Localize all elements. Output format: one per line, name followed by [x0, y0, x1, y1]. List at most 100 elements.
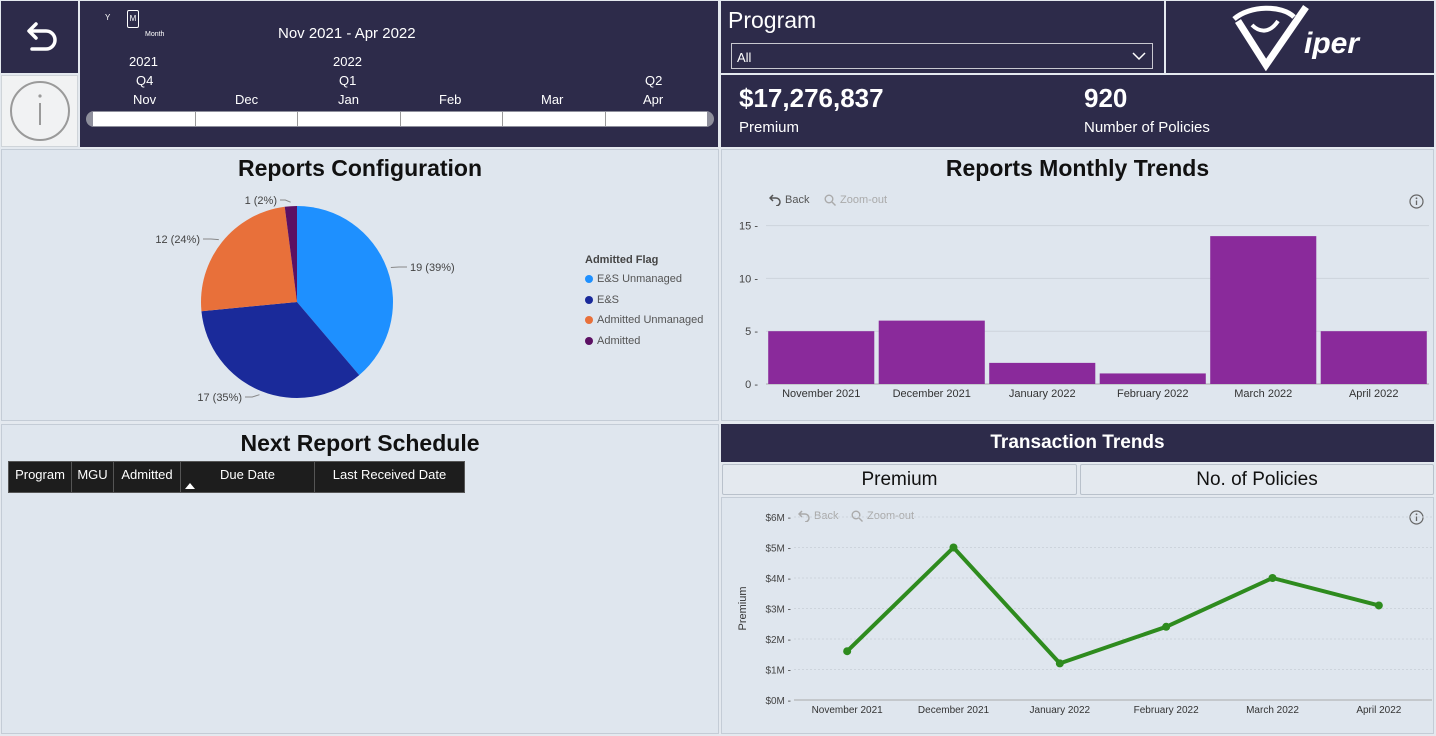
- x-tick-label: December 2021: [918, 705, 990, 716]
- y-axis-title: Premium: [737, 586, 749, 630]
- timeline-cell[interactable]: [503, 112, 606, 126]
- info-button[interactable]: [1, 75, 78, 147]
- program-filter-title: Program: [728, 7, 817, 33]
- legend-dot: [585, 316, 593, 325]
- legend-item-admitted-unmanaged[interactable]: Admitted Unmanaged: [585, 310, 703, 331]
- bar[interactable]: [989, 362, 1096, 384]
- y-tick-label: $6M -: [765, 513, 791, 524]
- schedule-panel: Next Report Schedule Program MGU Admitte…: [1, 424, 719, 734]
- date-slicer: Y M Month Nov 2021 - Apr 2022 2021 2022 …: [80, 1, 718, 147]
- due-date-label: Due Date: [220, 467, 275, 482]
- premium-kpi-value: $17,276,837: [739, 83, 884, 113]
- y-tick-label: $2M -: [765, 635, 791, 646]
- line-point[interactable]: [949, 543, 958, 552]
- transaction-title: Transaction Trends: [990, 432, 1165, 453]
- legend-dot: [585, 336, 593, 345]
- hierarchy-toggle[interactable]: Y M Month: [102, 9, 164, 39]
- pie-data-label: 19 (39%): [410, 262, 455, 274]
- y-tick-label: 5 -: [745, 326, 758, 338]
- column-header-last-received[interactable]: Last Received Date: [314, 461, 465, 493]
- back-button[interactable]: [1, 1, 78, 73]
- tab-premium[interactable]: Premium: [722, 464, 1077, 495]
- legend-label: Admitted Unmanaged: [597, 314, 704, 327]
- policies-kpi-label: Number of Policies: [1084, 119, 1210, 136]
- logo-text: iper: [1304, 27, 1360, 60]
- legend-label: E&S: [597, 293, 620, 306]
- y-tick-label: 10 -: [739, 273, 758, 285]
- line-chart[interactable]: $0M - $1M - $2M - $3M - $4M - $5M - $6M - Premi…: [722, 498, 1433, 733]
- pie-label-leader: [245, 394, 260, 398]
- month-label-nov[interactable]: Nov: [133, 92, 156, 107]
- hierarchy-year-label: Y: [105, 13, 111, 22]
- transaction-header: Transaction Trends: [721, 424, 1434, 462]
- tab-policies[interactable]: No. of Policies: [1080, 464, 1434, 495]
- year-label-2022: 2022: [333, 54, 362, 69]
- timeline-selection[interactable]: [93, 112, 707, 126]
- x-tick-label: January 2022: [1030, 705, 1091, 716]
- month-label-jan[interactable]: Jan: [338, 92, 359, 107]
- premium-kpi-label: Premium: [739, 119, 800, 136]
- x-tick-label: January 2022: [1009, 388, 1076, 400]
- calendar-month-icon: M: [127, 10, 139, 28]
- premium-line: [845, 545, 1380, 666]
- x-tick-label: February 2022: [1117, 388, 1189, 400]
- pie-data-label: 12 (24%): [155, 234, 200, 246]
- month-label-dec[interactable]: Dec: [235, 92, 258, 107]
- y-tick-label: 15 -: [739, 221, 758, 233]
- line-point[interactable]: [1374, 601, 1383, 610]
- timeline-cell[interactable]: [298, 112, 401, 126]
- pie-chart[interactable]: 19 (39%) 17 (35%) 12 (24%) 1 (2%): [2, 150, 562, 420]
- x-tick-label: April 2022: [1349, 388, 1399, 400]
- line-point[interactable]: [843, 647, 852, 656]
- line-point[interactable]: [1268, 574, 1277, 582]
- sort-ascending-icon: [185, 483, 195, 489]
- legend-label: Admitted: [597, 334, 641, 347]
- hierarchy-caption: Month: [145, 31, 165, 38]
- year-label-2021: 2021: [129, 54, 158, 69]
- bar[interactable]: [1210, 236, 1317, 384]
- x-tick-label: March 2022: [1234, 388, 1292, 400]
- bar[interactable]: [768, 331, 875, 384]
- info-circle-icon: [9, 81, 70, 141]
- bar-chart[interactable]: 0 - 5 - 10 - 15 - November 2021 December 2021…: [722, 150, 1433, 420]
- line-point[interactable]: [1162, 622, 1171, 631]
- pie-legend: Admitted Flag E&S Unmanaged E&S Admitted…: [585, 254, 703, 351]
- x-tick-label: November 2021: [782, 388, 860, 400]
- bar[interactable]: [1320, 331, 1427, 384]
- date-range-label: Nov 2021 - Apr 2022: [278, 25, 416, 42]
- column-header-due-date[interactable]: Due Date: [180, 461, 315, 493]
- policies-kpi-value: 920: [1084, 83, 1128, 113]
- month-label-feb[interactable]: Feb: [439, 92, 461, 107]
- legend-item-admitted[interactable]: Admitted: [585, 331, 703, 352]
- program-filter: Program All: [721, 1, 1164, 73]
- timeline-cell[interactable]: [93, 112, 196, 126]
- quarter-label-q2: Q2: [645, 73, 663, 88]
- y-tick-label: 0 -: [745, 379, 758, 391]
- transaction-chart-panel: Back Zoom-out $0M - $1M - $2M - $3M - $4M - $…: [721, 497, 1434, 734]
- y-tick-label: $3M -: [765, 605, 791, 616]
- month-label-mar[interactable]: Mar: [541, 92, 563, 107]
- quarter-label-q4: Q4: [136, 73, 154, 88]
- pie-slice[interactable]: [201, 206, 297, 312]
- schedule-title: Next Report Schedule: [240, 430, 480, 456]
- pie-label-leader: [203, 238, 219, 241]
- pie-label-leader: [280, 199, 291, 203]
- y-tick-label: $0M -: [765, 696, 791, 707]
- y-tick-label: $4M -: [765, 574, 791, 585]
- timeline-cell[interactable]: [401, 112, 503, 126]
- timeline-cell[interactable]: [606, 112, 708, 126]
- timeline-cell[interactable]: [196, 112, 298, 126]
- legend-item-es-unmanaged[interactable]: E&S Unmanaged: [585, 269, 703, 290]
- line-point[interactable]: [1055, 659, 1064, 668]
- column-header-mgu[interactable]: MGU: [71, 461, 114, 493]
- bar[interactable]: [878, 320, 985, 384]
- pie-data-label: 1 (2%): [245, 195, 277, 207]
- program-dropdown[interactable]: All: [731, 43, 1153, 69]
- month-label-apr[interactable]: Apr: [643, 92, 663, 107]
- x-tick-label: April 2022: [1356, 705, 1401, 716]
- bar[interactable]: [1099, 373, 1206, 384]
- legend-item-es[interactable]: E&S: [585, 290, 703, 311]
- column-header-program[interactable]: Program: [8, 461, 72, 493]
- column-header-admitted[interactable]: Admitted: [113, 461, 181, 493]
- x-tick-label: March 2022: [1246, 705, 1299, 716]
